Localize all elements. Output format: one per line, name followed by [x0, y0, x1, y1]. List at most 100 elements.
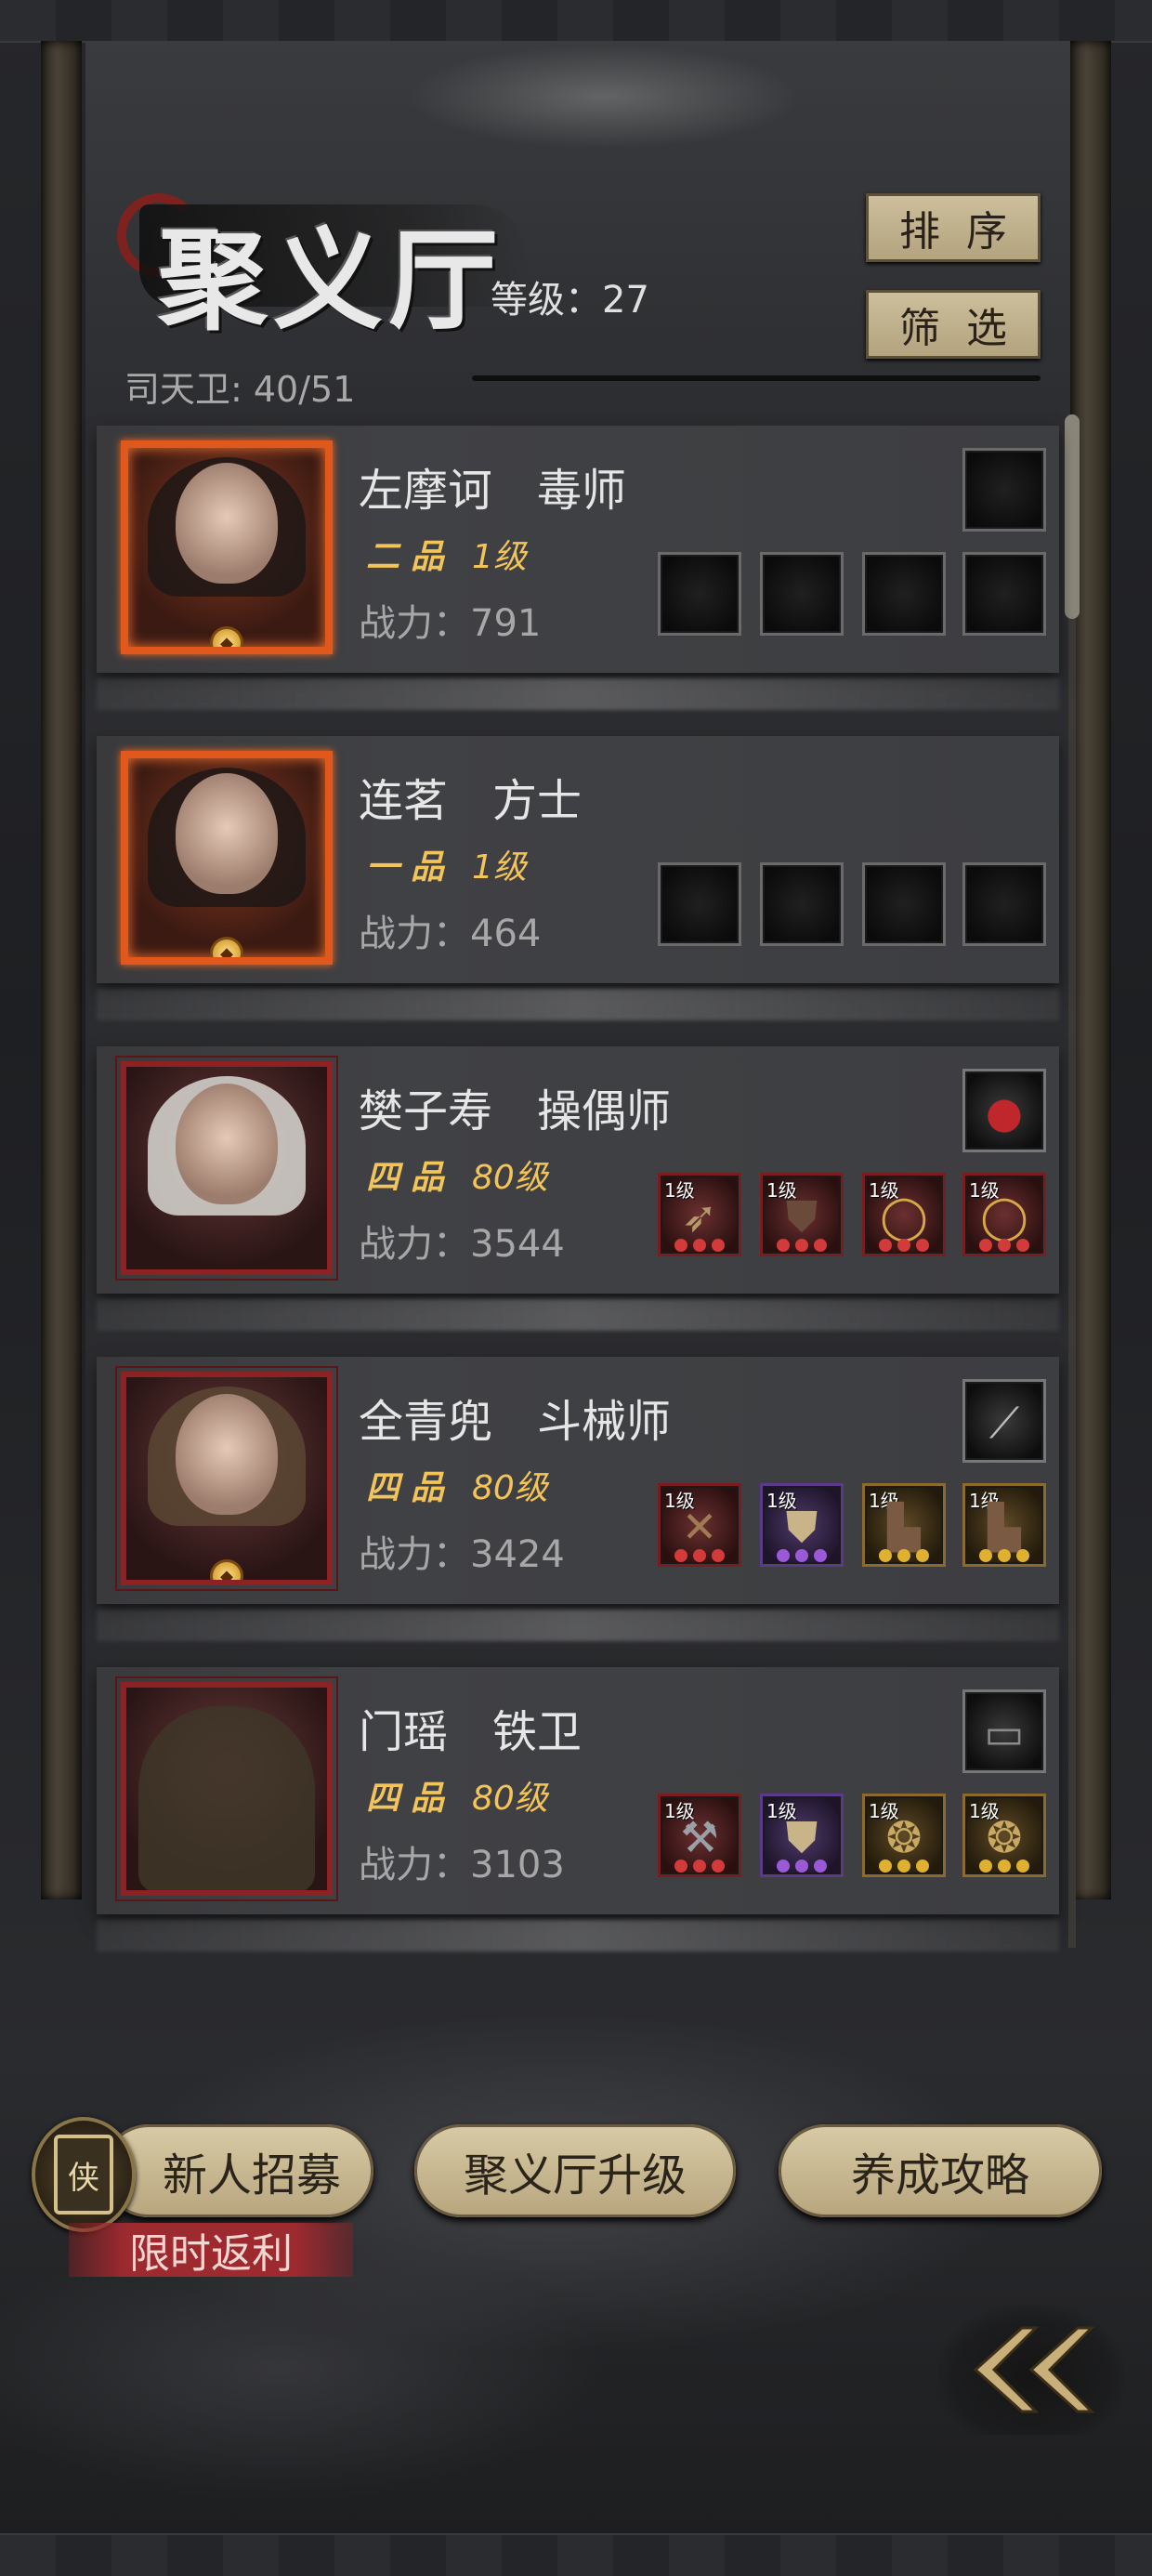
card-divider [97, 1920, 1059, 1952]
hero-face [176, 1083, 278, 1204]
red-gem-slot[interactable]: ● [962, 1069, 1046, 1152]
recruit-emblem-icon[interactable]: 侠 [32, 2117, 136, 2232]
empty-equipment-slot[interactable] [760, 862, 844, 946]
gold-ring-icon: ◯ [880, 1190, 928, 1242]
hero-portrait[interactable] [115, 1676, 338, 1901]
boots-icon: ▙ [988, 1501, 1021, 1552]
card-divider [97, 1610, 1059, 1641]
card-divider [97, 989, 1059, 1020]
left-pillar [41, 41, 82, 1899]
quality-dots [865, 1239, 943, 1252]
empty-equipment-slot[interactable] [962, 862, 1046, 946]
hero-grade: 四品 [366, 1159, 456, 1197]
hero-name: 左摩诃 毒师 [359, 465, 627, 517]
rank-mark-icon: ◆ [210, 937, 243, 957]
equipment-slot[interactable]: 1级 ✕ [658, 1483, 741, 1567]
hall-level: 等级：27 [491, 279, 649, 322]
recruit-button[interactable]: 新人招募 [102, 2124, 373, 2217]
emblem-glyph: 侠 [54, 2135, 113, 2215]
quality-dots [965, 1549, 1043, 1562]
filter-button[interactable]: 筛选 [866, 290, 1041, 359]
equipment-slot[interactable]: 1级 ❂ [862, 1794, 946, 1877]
quality-dots [865, 1549, 943, 1562]
crossbow-icon: ✕ [681, 1501, 718, 1552]
hero-level: 1级 [472, 538, 527, 576]
quality-dots [965, 1239, 1043, 1252]
quality-dots [661, 1860, 739, 1873]
empty-equipment-slot[interactable] [760, 552, 844, 636]
hammer-icon: ⚒ [680, 1811, 719, 1862]
top-border [0, 0, 1152, 43]
hero-card[interactable]: 门瑶 铁卫 四品 80级 战力：3103 ▭ 1级 ⚒ 1级 ⛊ 1级 ❂ 1级… [97, 1667, 1059, 1914]
token-icon: ▭ [984, 1707, 1025, 1758]
hero-face [176, 463, 278, 585]
quality-dots [763, 1239, 841, 1252]
card-divider [97, 678, 1059, 710]
armor-icon: ⛊ [785, 1190, 818, 1242]
hero-grade: 四品 [366, 1780, 456, 1818]
scrollbar-thumb[interactable] [1065, 414, 1080, 619]
hero-power: 战力：3544 [359, 1223, 565, 1266]
pouch-icon: ❂ [986, 1811, 1023, 1862]
guide-button[interactable]: 养成攻略 [779, 2124, 1102, 2217]
equipment-slot[interactable]: 1级 ⛊ [760, 1794, 844, 1877]
equipment-slot[interactable]: 1级 ➶ [658, 1173, 741, 1256]
quality-dots [763, 1549, 841, 1562]
hero-portrait[interactable]: ◆ [121, 751, 333, 965]
gold-ring-icon: ◯ [980, 1190, 1028, 1242]
hero-card[interactable]: ◆ 连茗 方士 一品 1级 战力：464 [97, 736, 1059, 983]
empty-equipment-slot[interactable] [862, 862, 946, 946]
hero-power: 战力：3103 [359, 1844, 565, 1886]
hero-name: 全青兜 斗械师 [359, 1396, 672, 1448]
hero-power: 战力：464 [359, 913, 542, 955]
equipment-slot[interactable]: 1级 ◯ [962, 1173, 1046, 1256]
hero-helmet [138, 1706, 315, 1890]
equipment-slot[interactable]: 1级 ▙ [862, 1483, 946, 1567]
equipment-slot[interactable]: 1级 ⚒ [658, 1794, 741, 1877]
arrow-bundle-icon: ➶ [681, 1190, 718, 1242]
back-button[interactable] [938, 2305, 1124, 2435]
empty-equipment-slot[interactable] [658, 552, 741, 636]
hero-level: 80级 [472, 1469, 548, 1507]
vest-icon: ⛊ [785, 1811, 818, 1862]
empty-equipment-slot[interactable] [962, 552, 1046, 636]
hero-grade: 二品 [366, 538, 456, 576]
hero-power: 战力：3424 [359, 1533, 565, 1576]
staff-icon: ⟋ [988, 1397, 1020, 1448]
double-chevron-left-icon [973, 2326, 1095, 2413]
hero-card[interactable]: ◆ 左摩诃 毒师 二品 1级 战力：791 [97, 426, 1059, 673]
hero-grade: 四品 [366, 1469, 456, 1507]
hero-card[interactable]: 樊子寿 操偶师 四品 80级 战力：3544 ● 1级 ➶ 1级 ⛊ 1级 ◯ … [97, 1046, 1059, 1294]
empty-equipment-slot[interactable] [862, 552, 946, 636]
token-slot[interactable]: ▭ [962, 1689, 1046, 1773]
rank-mark-icon: ◆ [210, 626, 243, 647]
equipment-slot[interactable]: 1级 ▙ [962, 1483, 1046, 1567]
quality-dots [661, 1239, 739, 1252]
hero-portrait[interactable]: ◆ [115, 1366, 338, 1591]
hero-level: 1级 [472, 848, 527, 887]
hero-portrait[interactable]: ◆ [121, 440, 333, 654]
hero-portrait[interactable] [115, 1056, 338, 1281]
capacity-bar [472, 375, 1041, 381]
empty-equipment-slot[interactable] [658, 862, 741, 946]
hero-card[interactable]: ◆ 全青兜 斗械师 四品 80级 战力：3424 ⟋ 1级 ✕ 1级 ⛊ 1级 … [97, 1357, 1059, 1604]
quality-dots [965, 1860, 1043, 1873]
scrollbar-track[interactable] [1068, 414, 1076, 1948]
page-title: 聚义厅 [158, 216, 504, 345]
sort-button[interactable]: 排序 [866, 193, 1041, 262]
boots-icon: ▙ [887, 1501, 921, 1552]
quality-dots [661, 1549, 739, 1562]
equipment-slot[interactable]: 1级 ◯ [862, 1173, 946, 1256]
hero-grade: 一品 [366, 848, 456, 887]
equipment-slot[interactable]: 1级 ⛊ [760, 1483, 844, 1567]
hero-power: 战力：791 [359, 602, 542, 645]
hero-name: 门瑶 铁卫 [359, 1706, 583, 1758]
staff-slot[interactable]: ⟋ [962, 1379, 1046, 1463]
promo-badge[interactable]: 限时返利 [69, 2223, 353, 2278]
hall-upgrade-button[interactable]: 聚义厅升级 [414, 2124, 736, 2217]
empty-accessory-slot[interactable] [962, 448, 1046, 532]
bottom-border [0, 2533, 1152, 2576]
hero-face [176, 1393, 278, 1515]
equipment-slot[interactable]: 1级 ❂ [962, 1794, 1046, 1877]
equipment-slot[interactable]: 1级 ⛊ [760, 1173, 844, 1256]
